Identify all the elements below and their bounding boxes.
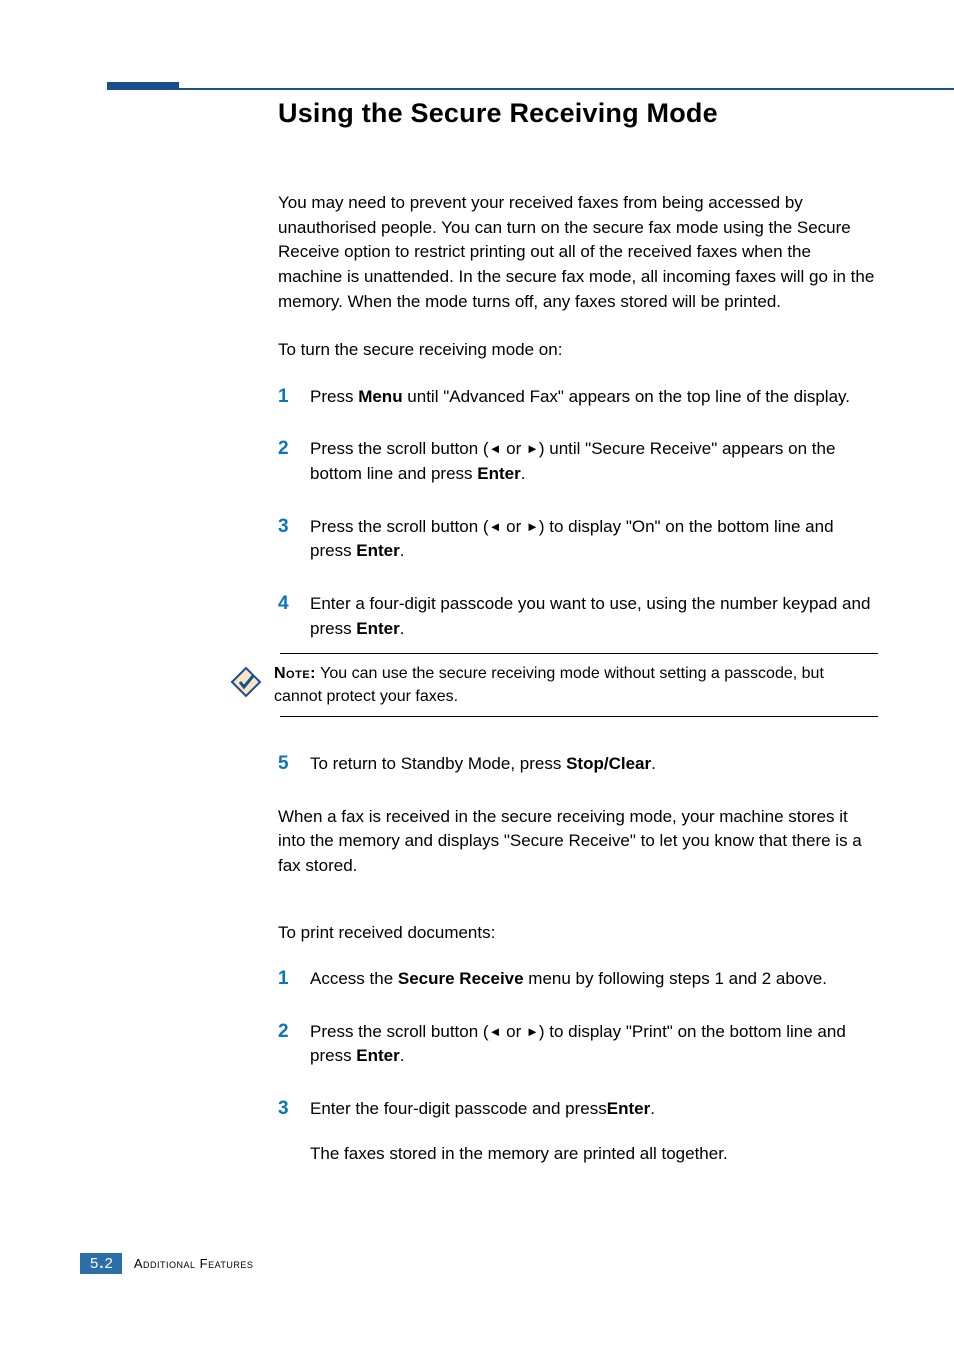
procedure-2-steps: 1 Access the Secure Receive menu by foll… [278,967,878,1166]
enter-key: Enter [607,1099,650,1118]
step-3: 3 Enter the four-digit passcode and pres… [278,1097,878,1166]
footer-section-label: Additional Features [134,1256,254,1271]
step-number: 3 [278,513,289,541]
procedure-1-steps: 1 Press Menu until "Advanced Fax" appear… [278,385,878,641]
step-text: . [400,619,405,638]
step-number: 1 [278,965,289,993]
right-arrow-icon: ► [526,441,539,456]
step-text: Press the scroll button ( [310,1022,489,1041]
step-text: . [650,1099,655,1118]
step-number: 2 [278,1018,289,1046]
procedure-2-lead: To print received documents: [278,921,878,946]
step-2: 2 Press the scroll button (◄ or ►) until… [278,437,878,486]
left-arrow-icon: ◄ [489,519,502,534]
note-block: Note: You can use the secure receiving m… [218,653,878,717]
step-text: Press [310,387,358,406]
step-1: 1 Press Menu until "Advanced Fax" appear… [278,385,878,410]
step-number: 1 [278,383,289,411]
step-text: or [501,517,526,536]
step-number: 3 [278,1095,289,1123]
note-body-text: You can use the secure receiving mode wi… [274,665,824,705]
step-text: until "Advanced Fax" appears on the top … [403,387,850,406]
note-rule [280,716,878,717]
enter-key: Enter [356,541,399,560]
note-label: Note: [274,665,316,682]
enter-key: Enter [356,619,399,638]
step-text: . [400,541,405,560]
content-block-2: 5 To return to Standby Mode, press Stop/… [278,752,878,1194]
menu-key: Menu [358,387,402,406]
main-content: Using the Secure Receiving Mode You may … [278,98,878,669]
step-5: 5 To return to Standby Mode, press Stop/… [278,752,878,777]
page-number: 2 [105,1255,114,1272]
step-text: Press the scroll button ( [310,439,489,458]
page-footer: 5.2 Additional Features [80,1253,253,1274]
procedure-1-continued: 5 To return to Standby Mode, press Stop/… [278,752,878,777]
stop-clear-key: Stop/Clear [566,754,651,773]
header-rule [107,88,954,90]
right-arrow-icon: ► [526,519,539,534]
step-text: Enter the four-digit passcode and press [310,1099,607,1118]
step-text: Press the scroll button ( [310,517,489,536]
note-icon [218,662,274,702]
step-text: . [400,1046,405,1065]
page-number-badge: 5.2 [80,1253,122,1274]
step-number: 4 [278,590,289,618]
left-arrow-icon: ◄ [489,1024,502,1039]
step-text: . [521,464,526,483]
step-text: . [651,754,656,773]
step-2: 2 Press the scroll button (◄ or ►) to di… [278,1020,878,1069]
step-4: 4 Enter a four-digit passcode you want t… [278,592,878,641]
right-arrow-icon: ► [526,1024,539,1039]
step-text: To return to Standby Mode, press [310,754,566,773]
note-text: Note: You can use the secure receiving m… [274,662,878,708]
step-number: 5 [278,750,289,778]
left-arrow-icon: ◄ [489,441,502,456]
mid-paragraph: When a fax is received in the secure rec… [278,805,878,879]
intro-paragraph: You may need to prevent your received fa… [278,191,878,314]
step-text: Access the [310,969,398,988]
enter-key: Enter [356,1046,399,1065]
step-sub-text: The faxes stored in the memory are print… [310,1142,878,1167]
step-text: or [501,1022,526,1041]
enter-key: Enter [477,464,520,483]
secure-receive-menu: Secure Receive [398,969,524,988]
step-text: or [501,439,526,458]
step-number: 2 [278,435,289,463]
step-3: 3 Press the scroll button (◄ or ►) to di… [278,515,878,564]
step-1: 1 Access the Secure Receive menu by foll… [278,967,878,992]
procedure-1-lead: To turn the secure receiving mode on: [278,338,878,363]
step-text: menu by following steps 1 and 2 above. [524,969,827,988]
chapter-number: 5 [90,1255,99,1272]
page-title: Using the Secure Receiving Mode [278,98,878,129]
